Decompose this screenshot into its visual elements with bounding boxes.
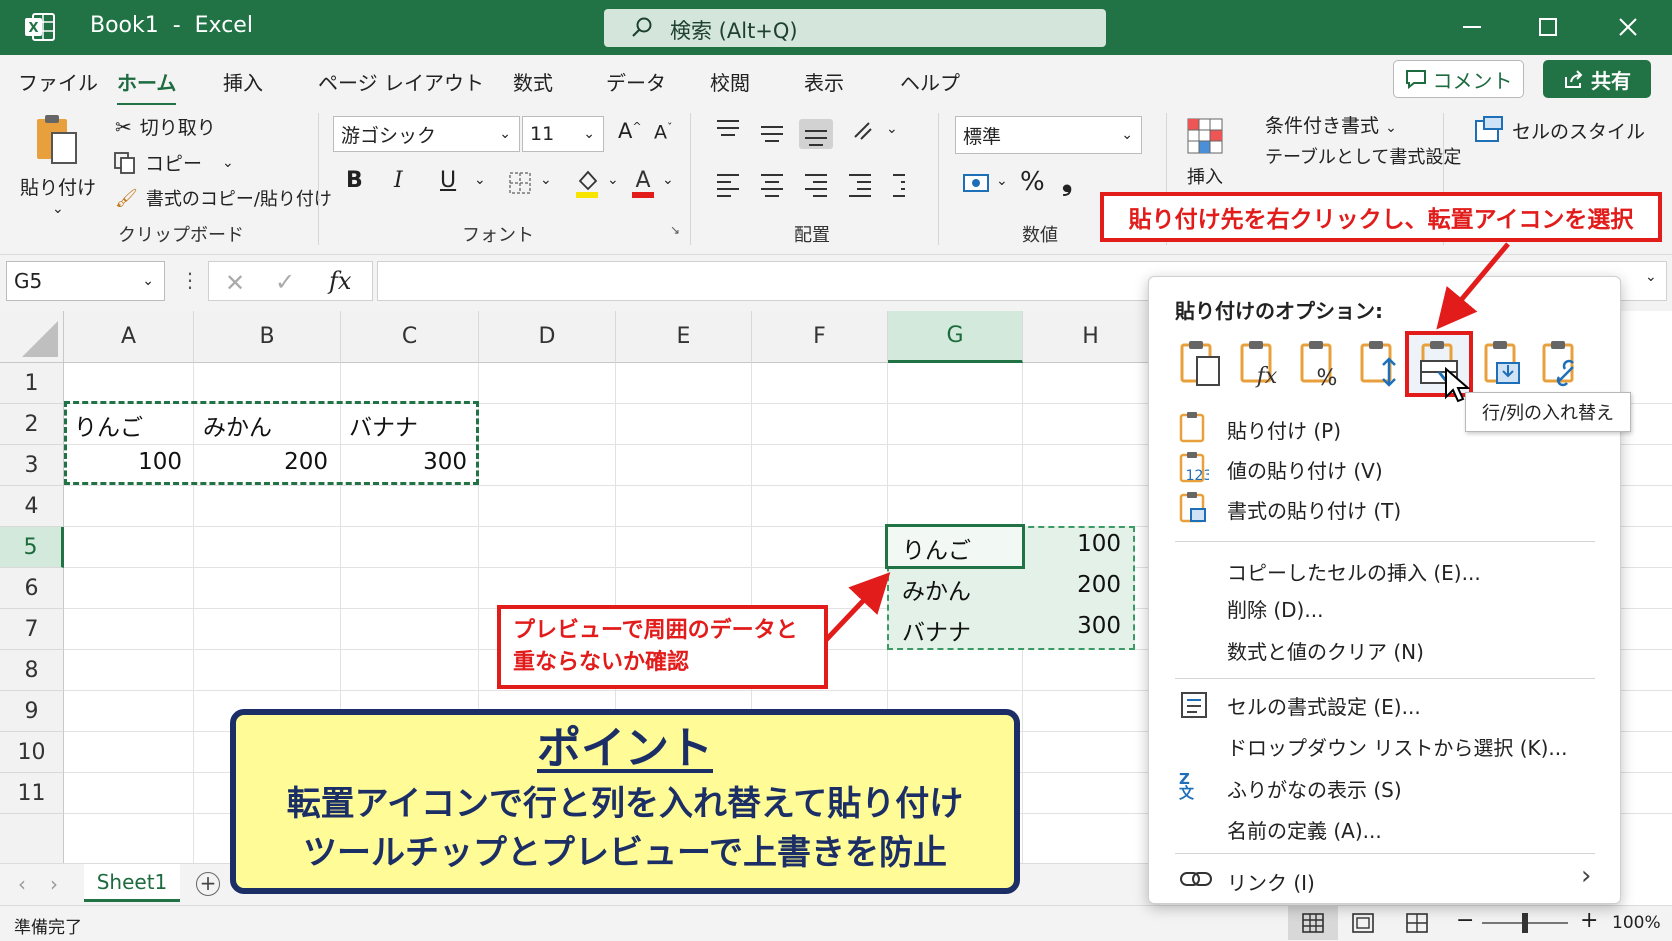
arrow-to-transpose	[1436, 242, 1510, 330]
point-line2: ツールチップとプレビューで上書きを防止	[303, 833, 947, 873]
point-box: ポイント 転置アイコンで行と列を入れ替えて貼り付け ツールチップとプレビューで上…	[230, 709, 1020, 894]
point-line1: 転置アイコンで行と列を入れ替えて貼り付け	[286, 784, 964, 824]
point-title: ポイント	[537, 723, 713, 774]
arrow-to-preview	[824, 572, 891, 642]
